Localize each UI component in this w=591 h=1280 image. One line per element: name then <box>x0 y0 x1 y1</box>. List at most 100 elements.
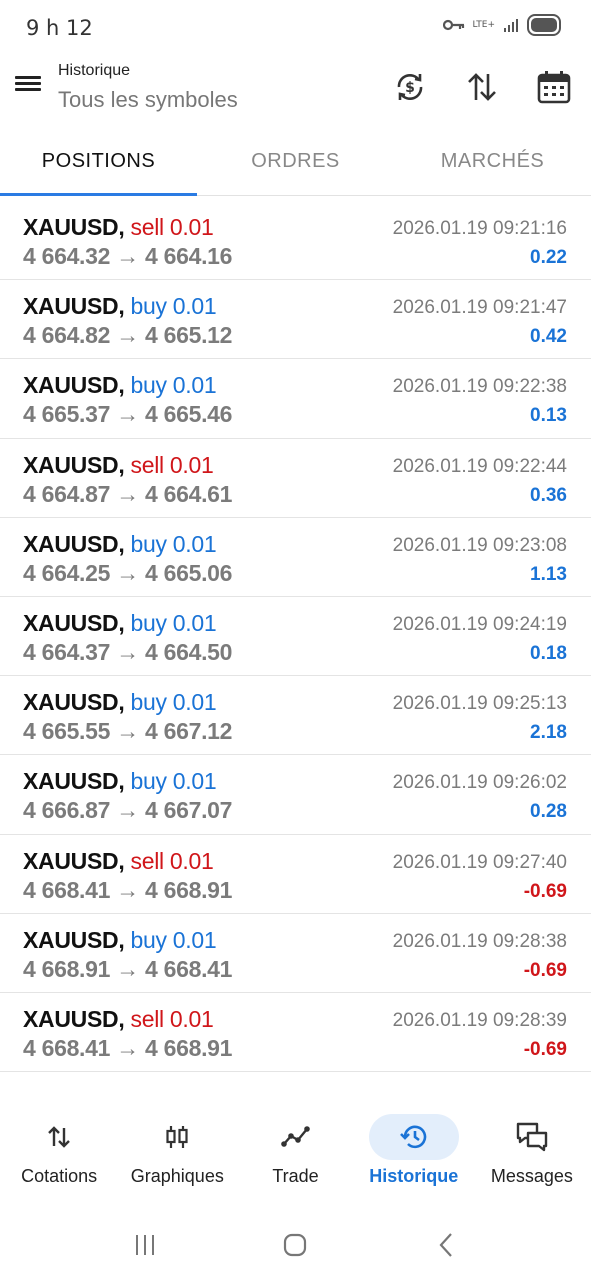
close-time: 2026.01.19 09:28:38 <box>392 930 567 952</box>
nav-cotations[interactable]: Cotations <box>0 1100 118 1200</box>
symbol-name: XAUUSD, <box>23 1005 125 1032</box>
close-time: 2026.01.19 09:21:16 <box>392 218 567 239</box>
status-bar: 9 h 12 LTE+ <box>0 0 591 56</box>
position-row[interactable]: XAUUSD, buy 0.01 4 665.37 → 4 665.46 2026.… <box>0 359 591 439</box>
position-symbol: XAUUSD, buy 0.01 <box>23 609 217 637</box>
position-row[interactable]: XAUUSD, buy 0.01 4 664.82 → 4 665.12 2026.… <box>0 280 591 360</box>
symbol-name: XAUUSD, <box>23 530 125 557</box>
vpn-key-icon <box>442 18 465 32</box>
nav-icon-wrap <box>14 1114 104 1160</box>
history-icon <box>399 1125 426 1149</box>
trade-side: buy 0.01 <box>130 689 217 716</box>
home-button[interactable] <box>275 1225 315 1265</box>
trade-side: sell 0.01 <box>130 451 214 478</box>
trade-side: sell 0.01 <box>130 214 214 240</box>
open-close-prices: 4 665.55 → 4 667.12 <box>23 718 233 745</box>
open-close-prices: 4 664.82 → 4 665.12 <box>23 322 233 349</box>
app-bar: Historique Tous les symboles $ <box>0 56 591 126</box>
symbol-name: XAUUSD, <box>23 847 125 874</box>
profit-value: 0.18 <box>530 642 567 664</box>
position-row[interactable]: XAUUSD, sell 0.01 4 668.41 → 4 668.91 2026… <box>0 993 591 1073</box>
chat-icon <box>516 1122 548 1152</box>
trend-line-icon <box>280 1126 310 1147</box>
position-row[interactable]: XAUUSD, sell 0.01 4 664.87 → 4 664.61 2026… <box>0 439 591 518</box>
trade-side: buy 0.01 <box>130 768 217 795</box>
back-button[interactable] <box>426 1225 466 1265</box>
position-symbol: XAUUSD, sell 0.01 <box>23 1005 214 1033</box>
candlestick-icon <box>166 1126 188 1148</box>
nav-graphiques[interactable]: Graphiques <box>118 1100 236 1200</box>
open-close-prices: 4 664.25 → 4 665.06 <box>23 559 233 586</box>
nav-trade[interactable]: Trade <box>236 1100 354 1200</box>
position-row[interactable]: XAUUSD, sell 0.01 4 664.32 → 4 664.16 2026… <box>0 201 591 281</box>
position-row[interactable]: XAUUSD, sell 0.01 4 668.41 → 4 668.91 2026… <box>0 835 591 914</box>
close-time: 2026.01.19 09:22:44 <box>392 455 567 477</box>
nav-label: Historique <box>369 1166 459 1186</box>
open-close-prices: 4 668.91 → 4 668.41 <box>23 955 233 982</box>
profit-value: -0.69 <box>523 1038 567 1060</box>
system-nav <box>0 1210 591 1280</box>
recent-apps-button[interactable] <box>125 1225 165 1265</box>
home-icon <box>284 1233 307 1257</box>
menu-icon[interactable] <box>14 70 44 100</box>
battery-icon <box>527 14 561 36</box>
position-symbol: XAUUSD, buy 0.01 <box>23 372 217 399</box>
nav-historique[interactable]: Historique <box>355 1100 473 1200</box>
symbol-name: XAUUSD, <box>23 293 125 320</box>
tabs: POSITIONS ORDRES MARCHÉS <box>0 126 591 196</box>
position-row[interactable]: XAUUSD, buy 0.01 4 664.37 → 4 664.50 2026.… <box>0 597 591 677</box>
recent-apps-icon <box>136 1235 155 1255</box>
nav-icon-wrap <box>132 1114 222 1160</box>
open-close-prices: 4 664.32 → 4 664.16 <box>23 243 233 269</box>
page-title: Historique <box>58 62 131 79</box>
trade-side: buy 0.01 <box>130 293 217 320</box>
open-close-prices: 4 668.41 → 4 668.91 <box>23 1034 233 1061</box>
trade-side: buy 0.01 <box>130 609 217 636</box>
signal-icon <box>503 17 519 33</box>
open-close-prices: 4 664.37 → 4 664.50 <box>23 638 233 665</box>
position-row[interactable]: XAUUSD, buy 0.01 4 664.25 → 4 665.06 2026.… <box>0 518 591 597</box>
nav-label: Cotations <box>21 1166 98 1186</box>
profit-value: 0.13 <box>530 405 567 427</box>
profit-value: 1.13 <box>530 563 567 585</box>
symbol-name: XAUUSD, <box>23 214 125 240</box>
profit-value: 0.42 <box>530 326 567 348</box>
position-symbol: XAUUSD, buy 0.01 <box>23 293 217 320</box>
calendar-button[interactable] <box>535 66 573 108</box>
close-time: 2026.01.19 09:23:08 <box>392 534 567 556</box>
position-symbol: XAUUSD, buy 0.01 <box>23 689 217 716</box>
sort-button[interactable] <box>463 66 501 108</box>
back-icon <box>439 1233 452 1257</box>
position-symbol: XAUUSD, sell 0.01 <box>23 451 214 479</box>
status-time: 9 h 12 <box>26 16 93 40</box>
symbol-name: XAUUSD, <box>23 768 125 795</box>
open-close-prices: 4 665.37 → 4 665.46 <box>23 401 233 428</box>
tab-ordres[interactable]: ORDRES <box>197 126 394 195</box>
symbol-name: XAUUSD, <box>23 372 125 399</box>
network-type-label: LTE+ <box>472 19 496 30</box>
close-time: 2026.01.19 09:28:39 <box>392 1009 567 1031</box>
tab-positions[interactable]: POSITIONS <box>0 126 197 196</box>
trade-side: buy 0.01 <box>130 530 217 557</box>
nav-messages[interactable]: Messages <box>473 1100 591 1200</box>
nav-label: Graphiques <box>130 1166 224 1186</box>
profit-value: 0.22 <box>530 247 567 268</box>
tab-marches[interactable]: MARCHÉS <box>394 126 591 195</box>
symbol-name: XAUUSD, <box>23 451 125 478</box>
symbol-filter[interactable]: Tous les symboles <box>58 87 238 113</box>
trade-side: sell 0.01 <box>130 1005 214 1032</box>
trade-side: buy 0.01 <box>130 926 217 953</box>
profit-value: -0.69 <box>523 959 567 981</box>
position-row[interactable]: XAUUSD, buy 0.01 4 665.55 → 4 667.12 2026.… <box>0 676 591 756</box>
close-time: 2026.01.19 09:22:38 <box>392 376 567 398</box>
open-close-prices: 4 668.41 → 4 668.91 <box>23 876 233 903</box>
bottom-nav: Cotations Graphiques Trade Historique Me… <box>0 1100 591 1200</box>
position-row[interactable]: XAUUSD, buy 0.01 4 668.91 → 4 668.41 2026.… <box>0 914 591 993</box>
open-close-prices: 4 666.87 → 4 667.07 <box>23 797 233 824</box>
nav-icon-wrap <box>487 1114 577 1160</box>
currency-exchange-button[interactable]: $ <box>391 66 429 108</box>
close-time: 2026.01.19 09:24:19 <box>392 613 567 635</box>
position-symbol: XAUUSD, buy 0.01 <box>23 768 217 795</box>
close-time: 2026.01.19 09:26:02 <box>392 772 567 794</box>
position-row[interactable]: XAUUSD, buy 0.01 4 666.87 → 4 667.07 2026.… <box>0 755 591 835</box>
